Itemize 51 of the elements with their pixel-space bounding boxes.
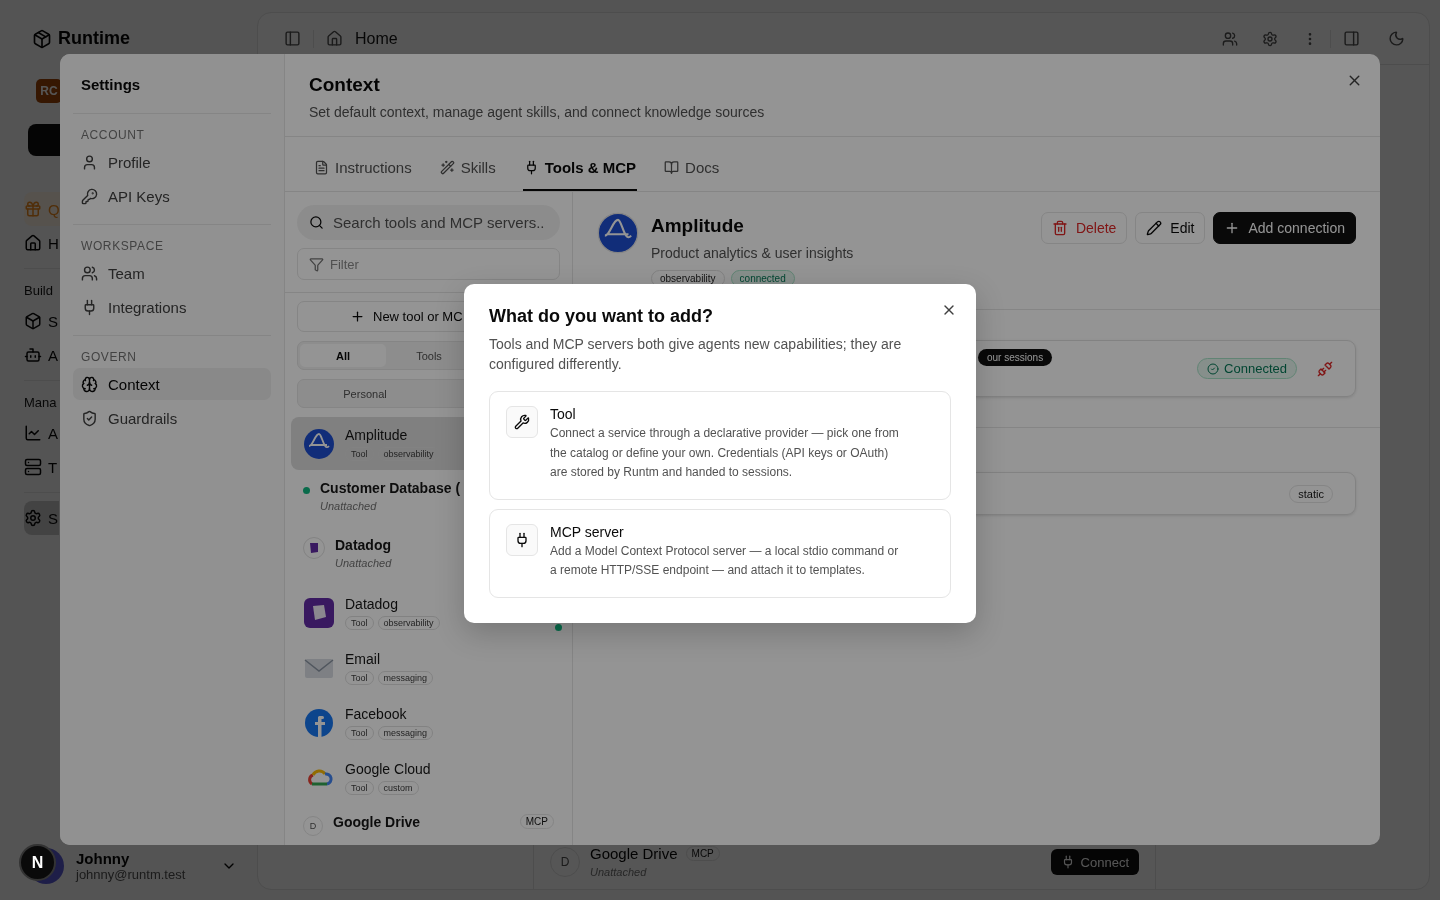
dialog-description: Tools and MCP servers both give agents new capabilities; they are configured differently. xyxy=(489,335,903,374)
action-button[interactable]: Add connection xyxy=(1213,212,1356,244)
nav-item[interactable]: A xyxy=(24,338,59,372)
tool-list-item[interactable]: Email Tool messaging xyxy=(291,641,566,694)
server-list-item[interactable]: D Google Drive MCP xyxy=(291,806,566,845)
section-heading: WORKSPACE xyxy=(80,239,165,255)
connect-button[interactable]: Connect xyxy=(1050,849,1139,875)
tool-list-item[interactable]: Facebook Tool messaging xyxy=(291,696,566,749)
option-card[interactable]: MCP server Add a Model Context Protocol server — a local stdio command or a remote HTTP/SSE endpoint — and attach it to templates. xyxy=(489,508,951,598)
action-button[interactable]: Edit xyxy=(1135,212,1206,244)
breadcrumb: Home xyxy=(355,29,398,48)
tab[interactable]: Skills xyxy=(438,149,497,191)
tool-description: Product analytics & user insights xyxy=(651,245,854,261)
settings-nav-item[interactable]: Team xyxy=(73,257,271,289)
nav-item[interactable]: T xyxy=(24,450,59,484)
section-heading: ACCOUNT xyxy=(80,128,146,144)
action-button[interactable]: Delete xyxy=(1040,212,1128,244)
settings-title: Settings xyxy=(80,76,142,95)
tab[interactable]: Instructions xyxy=(313,149,413,191)
nav-item[interactable]: H xyxy=(24,226,60,260)
section-heading: GOVERN xyxy=(80,350,138,366)
nav-heading: Build xyxy=(24,282,53,300)
dev-badge[interactable]: N xyxy=(19,844,56,881)
settings-nav-item[interactable]: Integrations xyxy=(73,291,271,323)
tab[interactable]: Docs xyxy=(663,149,721,191)
brand-name: Runtime xyxy=(58,28,130,49)
option-title: MCP server xyxy=(550,523,625,540)
nav-item[interactable]: S xyxy=(24,304,59,338)
settings-nav-item[interactable]: Context xyxy=(73,368,271,400)
status-text: Unattached xyxy=(335,557,392,569)
user-name: Johnny xyxy=(76,850,131,867)
settings-nav-item[interactable]: API Keys xyxy=(73,180,271,212)
tab[interactable]: Tools & MCP xyxy=(522,149,638,191)
filter-field[interactable]: Filter xyxy=(297,248,560,280)
tool-list-item[interactable]: Google Cloud Tool custom xyxy=(291,751,566,804)
user-email: johnny@runtm.test xyxy=(76,867,186,882)
settings-nav-item[interactable]: Guardrails xyxy=(73,402,271,434)
page-title: Context xyxy=(309,74,380,96)
server-name: Google Drive xyxy=(590,844,678,862)
option-description: Add a Model Context Protocol server — a local stdio command or a remote HTTP/SSE endpoint — and attach it to templates. xyxy=(550,542,900,579)
option-card[interactable]: Tool Connect a service through a declarative provider — pick one from the catalog or define your own. Credentials (API keys or OAuth) are stored by Runtm and handed to sessions. xyxy=(489,391,951,500)
search-field[interactable]: Search tools and MCP servers.. xyxy=(297,205,560,240)
segment[interactable]: All xyxy=(300,344,386,367)
page-subtitle: Set default context, manage agent skills, and connect knowledge sources xyxy=(309,104,765,120)
tooltip: our sessions xyxy=(978,349,1053,366)
nav-item[interactable]: A xyxy=(24,416,59,450)
nav-heading: Mana xyxy=(24,394,57,412)
status-text: Unattached xyxy=(320,500,377,512)
settings-nav-item[interactable]: Profile xyxy=(73,146,271,178)
status-badge: Connected xyxy=(1197,358,1297,379)
tool-name: Amplitude xyxy=(651,215,745,237)
